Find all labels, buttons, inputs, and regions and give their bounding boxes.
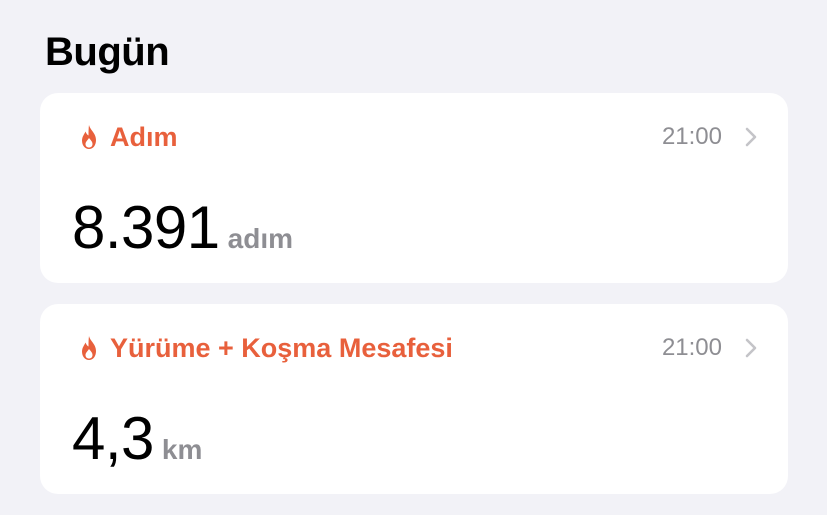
card-title: Yürüme + Koşma Mesafesi <box>110 332 453 363</box>
card-header: Adım 21:00 <box>78 119 758 155</box>
distance-card[interactable]: Yürüme + Koşma Mesafesi 21:00 4,3 km <box>40 304 788 494</box>
flame-icon <box>78 335 100 361</box>
card-timestamp: 21:00 <box>661 123 722 150</box>
distance-value: 4,3 <box>72 405 154 472</box>
card-timestamp: 21:00 <box>661 334 722 361</box>
card-title: Adım <box>110 121 178 152</box>
card-value-row: 8.391 adım <box>72 193 293 262</box>
section-title: Bugün <box>45 30 170 74</box>
chevron-right-icon[interactable] <box>744 336 758 360</box>
flame-icon <box>78 124 100 150</box>
card-header: Yürüme + Koşma Mesafesi 21:00 <box>78 330 758 366</box>
card-value-row: 4,3 km <box>72 404 202 473</box>
distance-unit: km <box>161 434 203 465</box>
steps-card[interactable]: Adım 21:00 8.391 adım <box>40 93 788 283</box>
steps-value: 8.391 <box>72 194 220 261</box>
chevron-right-icon[interactable] <box>744 125 758 149</box>
steps-unit: adım <box>227 223 294 254</box>
